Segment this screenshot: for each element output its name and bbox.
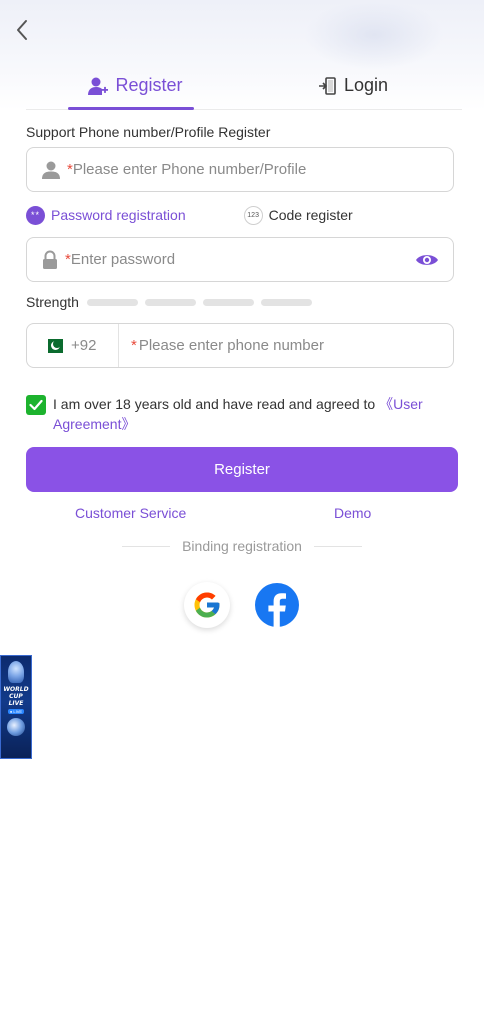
- auth-tabs: Register Login: [26, 62, 462, 110]
- lock-icon: [43, 250, 57, 269]
- strength-segment: [202, 298, 254, 306]
- agreement-row: I am over 18 years old and have read and…: [26, 394, 454, 434]
- tab-login[interactable]: Login: [244, 62, 462, 109]
- register-mode-selector: ** Password registration 123 Code regist…: [26, 203, 454, 227]
- binding-registration-label: Binding registration: [182, 538, 302, 554]
- register-section-label: Support Phone number/Profile Register: [26, 124, 271, 140]
- check-icon: [29, 399, 43, 411]
- eye-icon[interactable]: [415, 252, 439, 268]
- user-icon: [42, 161, 60, 179]
- demo-link[interactable]: Demo: [334, 505, 371, 521]
- google-login-button[interactable]: [184, 582, 230, 628]
- strength-segment: [144, 298, 196, 306]
- tab-register-label: Register: [115, 75, 183, 95]
- facebook-icon: [255, 583, 299, 627]
- account-field[interactable]: * Please enter Phone number/Profile: [26, 147, 454, 192]
- agreement-statement: I am over 18 years old and have read and…: [53, 396, 380, 412]
- world-cup-live-banner[interactable]: WORLD CUP LIVE ● LIVE: [0, 655, 32, 759]
- banner-text: WORLD CUP LIVE: [3, 686, 28, 707]
- strength-segment: [86, 298, 138, 306]
- strength-label: Strength: [26, 294, 79, 310]
- facebook-login-button[interactable]: [254, 582, 300, 628]
- customer-service-link[interactable]: Customer Service: [75, 505, 186, 521]
- phone-field-placeholder: Please enter phone number: [138, 337, 324, 354]
- strength-segment: [260, 298, 312, 306]
- phone-number-input[interactable]: * Please enter phone number: [119, 324, 453, 367]
- required-mark: *: [131, 337, 137, 354]
- banner-line-3: LIVE: [8, 700, 24, 707]
- code-register-option[interactable]: 123 Code register: [243, 205, 353, 225]
- trophy-icon: [8, 661, 24, 683]
- password-field[interactable]: * Enter password: [26, 237, 454, 282]
- agreement-checkbox[interactable]: [26, 395, 46, 415]
- back-button[interactable]: [10, 18, 34, 42]
- password-field-placeholder: Enter password: [70, 251, 176, 268]
- football-icon: [7, 718, 25, 736]
- divider-line: [122, 545, 171, 547]
- pakistan-flag-icon: [43, 338, 63, 353]
- password-mode-icon: **: [26, 205, 45, 225]
- live-badge: ● LIVE: [7, 709, 25, 714]
- divider-line: [313, 545, 363, 547]
- register-button[interactable]: Register: [26, 447, 458, 492]
- code-register-label: Code register: [268, 207, 353, 223]
- account-field-placeholder: Please enter Phone number/Profile: [72, 161, 307, 178]
- add-user-icon: [88, 77, 109, 95]
- country-code-selector[interactable]: +92: [27, 324, 119, 367]
- phone-field: +92 * Please enter phone number: [26, 323, 454, 368]
- code-mode-icon: 123: [243, 205, 263, 225]
- country-code: +92: [71, 337, 97, 354]
- banner-line-2: CUP: [9, 693, 23, 700]
- password-registration-option[interactable]: ** Password registration: [26, 205, 186, 225]
- password-registration-label: Password registration: [51, 207, 186, 223]
- chevron-left-icon: [17, 20, 27, 40]
- tab-register[interactable]: Register: [26, 62, 244, 110]
- binding-registration-divider: Binding registration: [122, 538, 363, 554]
- tab-login-label: Login: [343, 75, 389, 95]
- banner-line-1: WORLD: [3, 686, 29, 693]
- agreement-text: I am over 18 years old and have read and…: [53, 394, 454, 434]
- login-door-icon: [318, 76, 336, 95]
- password-strength: Strength: [26, 294, 319, 310]
- google-icon: [194, 592, 220, 618]
